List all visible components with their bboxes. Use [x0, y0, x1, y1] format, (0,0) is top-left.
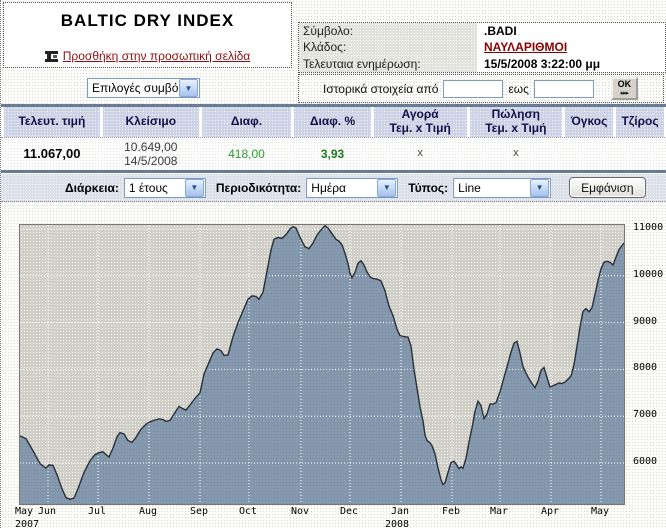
chevron-down-icon[interactable]: ▼: [179, 79, 198, 97]
y-axis-label: 6000: [633, 456, 657, 467]
history-to-input[interactable]: [534, 80, 594, 98]
add-to-personal-page[interactable]: Προσθήκη στην προσωπική σελίδα: [4, 49, 291, 63]
chevron-down-icon[interactable]: ▼: [185, 179, 204, 197]
page-title: BALTIC DRY INDEX: [4, 11, 291, 31]
duration-label: Διάρκεια:: [65, 181, 119, 195]
col-last-price: Τελευτ. τιμή: [4, 107, 100, 137]
col-turnover: Τζίρος: [616, 107, 664, 137]
last-price-value: 11.067,00: [23, 146, 80, 162]
x-axis-label: Jun: [32, 506, 62, 519]
quote-page: BALTIC DRY INDEX Προσθήκη στην προσωπική…: [0, 0, 666, 528]
sector-label: Κλάδος:: [299, 39, 477, 55]
chart-type-label: Τύπος:: [408, 181, 448, 195]
ok-label: OK: [618, 80, 632, 89]
ask-value: x: [513, 147, 519, 160]
duration-selected: 1 έτους: [125, 181, 184, 195]
col-close: Κλείσιμο: [103, 107, 199, 137]
col-diff: Διαφ.: [202, 107, 291, 137]
sector-link[interactable]: ΝΑΥΛΑΡΙΘΜΟΙ: [484, 40, 567, 54]
close-date: 14/5/2008: [124, 154, 177, 168]
x-axis-label: Jul: [82, 506, 112, 519]
x-axis-label: Mar: [484, 506, 514, 519]
last-update-row: Τελευταια ενημέρωση: 15/5/2008 3:22:00 μ…: [299, 56, 665, 72]
x-axis-label: Apr: [535, 506, 565, 519]
symbol-info-panel: Σύμβολο: .BADI Κλάδος: ΝΑΥΛΑΡΙΘΜΟΙ Τελευ…: [298, 22, 666, 73]
bid-value: x: [417, 147, 423, 160]
chart-controls-bar: Διάρκεια: 1 έτους ▼ Περιοδικότητα: Ημέρα…: [1, 174, 666, 202]
separator-bar-bottom: [1, 170, 666, 173]
price-area-texture: [20, 226, 624, 504]
y-axis-label: 7000: [633, 409, 657, 420]
x-axis-label: Feb: [436, 506, 466, 519]
symbol-options-selected: Επιλογές συμβόλου: [88, 81, 178, 95]
sector-row: Κλάδος: ΝΑΥΛΑΡΙΘΜΟΙ: [299, 39, 665, 55]
ok-arrows-icon: ▸▸▸: [621, 90, 629, 97]
price-area-chart: [20, 225, 624, 504]
col-ask: ΠώλησηΤεμ. x Τιμή: [470, 107, 563, 137]
duration-select[interactable]: 1 έτους ▼: [124, 178, 206, 198]
chevron-down-icon[interactable]: ▼: [530, 179, 549, 197]
y-axis-label: 8000: [633, 362, 657, 373]
diff-value: 418,00: [228, 147, 265, 161]
add-to-personal-page-link[interactable]: Προσθήκη στην προσωπική σελίδα: [63, 49, 250, 63]
period-selected: Ημέρα: [307, 181, 376, 195]
y-axis-label: 9000: [633, 316, 657, 327]
x-axis-label: Jan2008: [385, 506, 415, 528]
chart-plot-area: [19, 224, 625, 505]
symbol-value: .BADI: [477, 24, 517, 38]
history-ok-button[interactable]: OK ▸▸▸: [611, 77, 638, 100]
x-axis-label: Nov: [285, 506, 315, 519]
diff-pct-value: 3,93: [321, 147, 344, 161]
symbol-options-select[interactable]: Επιλογές συμβόλου ▼: [87, 78, 200, 98]
history-range-label: Ιστορικά στοιχεία από: [323, 82, 438, 96]
quote-row: 11.067,00 10.649,00 14/5/2008 418,00 3,9…: [1, 138, 666, 170]
y-axis-label: 11000: [633, 222, 663, 233]
x-axis-label: Dec: [334, 506, 364, 519]
history-between-label: εως: [508, 82, 529, 96]
y-axis-label: 10000: [633, 269, 663, 280]
x-axis-label: Sep: [184, 506, 214, 519]
period-label: Περιοδικότητα:: [216, 181, 301, 195]
history-range-panel: Ιστορικά στοιχεία από εως OK ▸▸▸: [298, 74, 664, 103]
col-bid: ΑγοράΤεμ. x Τιμή: [374, 107, 467, 137]
close-value: 10.649,00: [124, 140, 177, 154]
chevron-down-icon[interactable]: ▼: [377, 179, 396, 197]
chart-type-selected: Line: [454, 181, 529, 195]
history-from-input[interactable]: [443, 80, 503, 98]
quote-table-header: Τελευτ. τιμή Κλείσιμο Διαφ. Διαφ. % Αγορ…: [1, 107, 666, 138]
show-chart-button[interactable]: Εμφάνιση: [569, 177, 645, 198]
title-box: BALTIC DRY INDEX Προσθήκη στην προσωπική…: [3, 2, 292, 68]
price-chart: 11000100009000800070006000 May2007JunJul…: [1, 202, 666, 528]
col-volume: Όγκος: [565, 107, 613, 137]
chart-type-select[interactable]: Line ▼: [453, 178, 551, 198]
col-diff-pct: Διαφ. %: [294, 107, 371, 137]
x-axis-label: Oct: [233, 506, 263, 519]
last-update-label: Τελευταια ενημέρωση:: [299, 56, 477, 72]
add-to-personal-page-icon: [45, 51, 58, 62]
symbol-row: Σύμβολο: .BADI: [299, 23, 665, 39]
quote-table: Τελευτ. τιμή Κλείσιμο Διαφ. Διαφ. % Αγορ…: [1, 104, 666, 173]
symbol-label: Σύμβολο:: [299, 23, 477, 39]
x-axis-label: May: [585, 506, 615, 519]
period-select[interactable]: Ημέρα ▼: [306, 178, 398, 198]
x-axis-label: Aug: [133, 506, 163, 519]
last-update-value: 15/5/2008 3:22:00 μμ: [477, 57, 600, 71]
